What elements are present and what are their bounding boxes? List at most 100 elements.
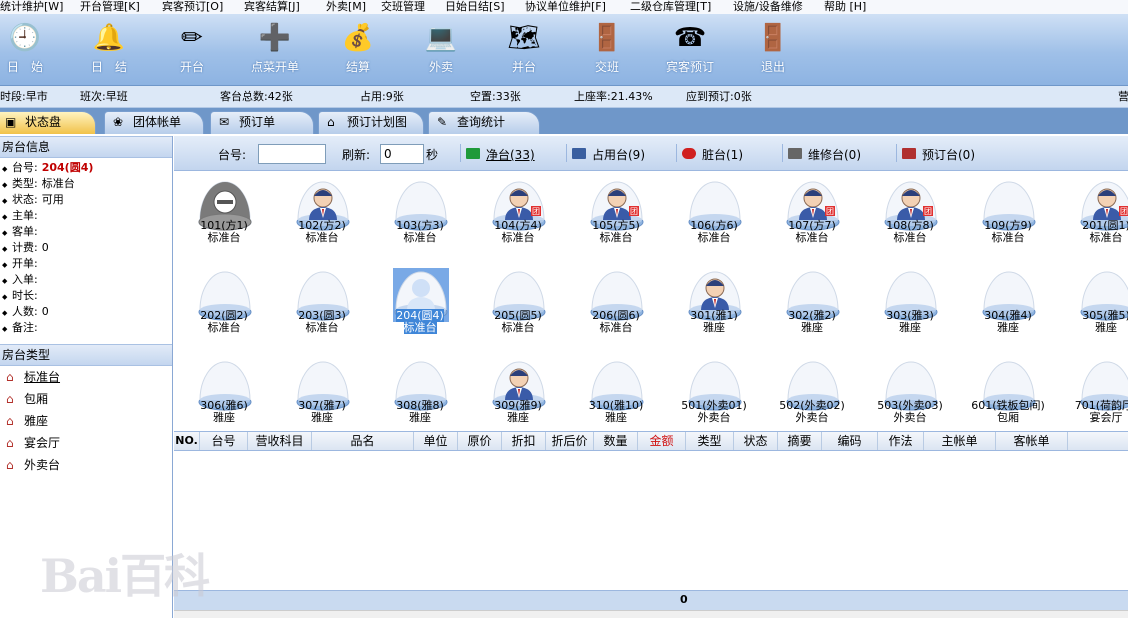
table-free-tile[interactable]: 501(外卖01) 外卖台 xyxy=(668,354,760,430)
column-header[interactable]: NO. xyxy=(174,432,200,450)
column-header[interactable]: 摘要 xyxy=(778,432,822,450)
table-occupied-group-tile[interactable]: 团 104(方4) 标准台 xyxy=(472,174,564,256)
room-type-item[interactable]: ⌂ 雅座 xyxy=(0,410,172,432)
table-occupied-tile[interactable]: 102(方2) 标准台 xyxy=(276,174,368,256)
legend-clean[interactable]: 净台(33) xyxy=(486,146,535,163)
column-header[interactable]: 主帐单 xyxy=(924,432,996,450)
column-header[interactable]: 台号 xyxy=(200,432,248,450)
menu-item[interactable]: 日始日结[S] xyxy=(445,0,505,13)
table-occupied-tile[interactable]: 309(雅9) 雅座 xyxy=(472,354,564,430)
table-occupied-group-tile[interactable]: 团 201(圆1) 标准台 xyxy=(1060,174,1128,256)
menu-item[interactable]: 开台管理[K] xyxy=(80,0,140,13)
column-header[interactable]: 原价 xyxy=(458,432,502,450)
table-free-tile[interactable]: 503(外卖03) 外卖台 xyxy=(864,354,956,430)
table-free-tile[interactable]: 303(雅3) 雅座 xyxy=(864,264,956,346)
room-type-item[interactable]: ⌂ 包厢 xyxy=(0,388,172,410)
table-type: 标准台 xyxy=(403,231,437,244)
table-free-tile[interactable]: 103(方3) 标准台 xyxy=(374,174,466,256)
column-header[interactable]: 数量 xyxy=(594,432,638,450)
column-header[interactable]: 状态 xyxy=(734,432,778,450)
house-icon: ⌂ xyxy=(6,436,14,450)
table-caption: 309(雅9) 雅座 xyxy=(472,400,564,424)
table-free-tile[interactable]: 701(荷韵厅)宴会厅 xyxy=(1060,354,1128,430)
table-free-tile[interactable]: 308(雅8) 雅座 xyxy=(374,354,466,430)
toolbar-shift-exit-button[interactable]: 🚪 交班 xyxy=(572,20,642,84)
legend-separator xyxy=(460,144,461,162)
toolbar-order-add-button[interactable]: ➕ 点菜开单 xyxy=(240,20,310,84)
table-free-tile[interactable]: 203(圆3) 标准台 xyxy=(276,264,368,346)
table-occupied-group-tile[interactable]: 团 108(方8) 标准台 xyxy=(864,174,956,256)
column-header[interactable]: 客帐单 xyxy=(996,432,1068,450)
room-type-label: 外卖台 xyxy=(24,458,61,472)
table-free-tile[interactable]: 310(雅10) 雅座 xyxy=(570,354,662,430)
table-free-tile[interactable]: 305(雅5) 雅座 xyxy=(1060,264,1128,346)
table-free-tile[interactable]: 106(方6) 标准台 xyxy=(668,174,760,256)
table-free-tile[interactable]: 302(雅2) 雅座 xyxy=(766,264,858,346)
table-free-tile[interactable]: 304(雅4) 雅座 xyxy=(962,264,1054,346)
toolbar-takeout-button[interactable]: 💻 外卖 xyxy=(406,20,476,84)
table-occupied-tile[interactable]: 301(雅1) 雅座 xyxy=(668,264,760,346)
room-type-item[interactable]: ⌂ 标准台 xyxy=(0,366,172,388)
horizontal-scrollbar[interactable] xyxy=(174,610,1128,618)
room-info-row: ◆ 主单: xyxy=(0,208,172,224)
column-header[interactable]: 金额 xyxy=(638,432,686,450)
column-header[interactable]: 编码 xyxy=(822,432,878,450)
menu-item[interactable]: 协议单位维护[F] xyxy=(525,0,606,13)
room-info-key: 主单: xyxy=(12,209,38,222)
table-free-tile[interactable]: 601(铁板包间) 包厢 xyxy=(962,354,1054,430)
table-free-tile[interactable]: 206(圆6) 标准台 xyxy=(570,264,662,346)
toolbar-reservation-button[interactable]: ☎ 宾客预订 xyxy=(655,20,725,84)
toolbar-coins-button[interactable]: 💰 结算 xyxy=(323,20,393,84)
open-table-icon: ✏ xyxy=(181,23,203,53)
refresh-seconds-input[interactable] xyxy=(380,144,424,164)
table-dirty-tile[interactable]: 101(方1) 标准台 xyxy=(178,174,270,256)
column-header[interactable]: 折后价 xyxy=(546,432,594,450)
table-free-tile[interactable]: 202(圆2) 标准台 xyxy=(178,264,270,346)
room-type-item[interactable]: ⌂ 宴会厅 xyxy=(0,432,172,454)
column-header[interactable]: 类型 xyxy=(686,432,734,450)
toolbar-clock-button[interactable]: 🕘 日 始 xyxy=(0,20,60,84)
table-type: 标准台 xyxy=(795,231,829,244)
menu-item[interactable]: 宾客结算[J] xyxy=(244,0,300,13)
table-occupied-group-tile[interactable]: 团 105(方5) 标准台 xyxy=(570,174,662,256)
table-free-tile[interactable]: 109(方9) 标准台 xyxy=(962,174,1054,256)
column-header[interactable]: 作法 xyxy=(878,432,924,450)
tab-group-bill[interactable]: ❀ 团体帐单 xyxy=(104,111,204,134)
tab-status[interactable]: ▣ 状态盘 xyxy=(0,111,96,134)
legend-repair[interactable]: 维修台(0) xyxy=(808,146,861,163)
room-type-item[interactable]: ⌂ 外卖台 xyxy=(0,454,172,476)
toolbar-merge-table-button[interactable]: 🗺 并台 xyxy=(489,20,559,84)
table-no-input[interactable] xyxy=(258,144,326,164)
menu-item[interactable]: 交班管理 xyxy=(381,0,425,13)
table-free-tile[interactable]: 307(雅7) 雅座 xyxy=(276,354,368,430)
column-header[interactable]: 单位 xyxy=(414,432,458,450)
column-header[interactable]: 营收科目 xyxy=(248,432,312,450)
table-free-tile[interactable]: 205(圆5) 标准台 xyxy=(472,264,564,346)
tab-plan[interactable]: ⌂ 预订计划图 xyxy=(318,111,424,134)
tab-reservation[interactable]: ✉ 预订单 xyxy=(210,111,314,134)
menu-item[interactable]: 设施/设备维修 xyxy=(733,0,803,13)
legend-occupied[interactable]: 占用台(9) xyxy=(592,146,645,163)
table-free-tile[interactable]: 502(外卖02) 外卖台 xyxy=(766,354,858,430)
menu-item[interactable]: 外卖[M] xyxy=(326,0,366,13)
toolbar-bell-button[interactable]: 🔔 日 结 xyxy=(74,20,144,84)
menu-item[interactable]: 帮助 [H] xyxy=(824,0,866,13)
table-caption: 306(雅6) 雅座 xyxy=(178,400,270,424)
toolbar-exit-door-button[interactable]: 🚪 退出 xyxy=(738,20,808,84)
room-info-row: ◆ 类型: 标准台 xyxy=(0,176,172,192)
menu-item[interactable]: 二级仓库管理[T] xyxy=(630,0,711,13)
column-header[interactable]: 折扣 xyxy=(502,432,546,450)
room-info-key: 备注: xyxy=(12,321,38,334)
column-header[interactable]: 品名 xyxy=(312,432,414,450)
legend-dirty[interactable]: 脏台(1) xyxy=(702,146,743,163)
table-selected-tile[interactable]: 204(圆4) 标准台 xyxy=(374,264,466,346)
table-occupied-group-tile[interactable]: 团 107(方7) 标准台 xyxy=(766,174,858,256)
tab-query[interactable]: ✎ 查询统计 xyxy=(428,111,540,134)
table-free-tile[interactable]: 306(雅6) 雅座 xyxy=(178,354,270,430)
menu-item[interactable]: 宾客预订[O] xyxy=(162,0,223,13)
menu-item[interactable]: 统计维护[W] xyxy=(0,0,63,13)
toolbar-label: 点菜开单 xyxy=(250,60,299,74)
order-total-bar: 0 xyxy=(174,590,1128,610)
toolbar-open-table-button[interactable]: ✏ 开台 xyxy=(157,20,227,84)
legend-reserved[interactable]: 预订台(0) xyxy=(922,146,975,163)
